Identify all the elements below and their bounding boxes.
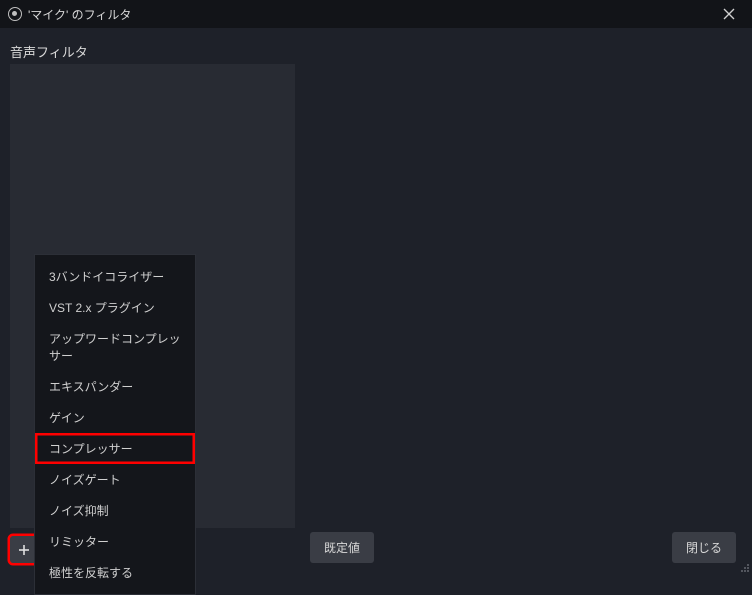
section-label: 音声フィルタ xyxy=(0,28,752,69)
menu-item[interactable]: ゲイン xyxy=(35,402,195,433)
close-icon xyxy=(723,8,735,20)
menu-item[interactable]: エキスパンダー xyxy=(35,371,195,402)
menu-item[interactable]: 極性を反転する xyxy=(35,557,195,588)
window-close-button[interactable] xyxy=(714,0,744,28)
window-title: 'マイク' のフィルタ xyxy=(28,6,131,23)
menu-item[interactable]: 3バンドイコライザー xyxy=(35,261,195,292)
defaults-button[interactable]: 既定値 xyxy=(310,532,374,563)
resize-grip[interactable] xyxy=(740,563,750,573)
menu-item[interactable]: VST 2.x プラグイン xyxy=(35,292,195,323)
resize-grip-icon xyxy=(740,563,750,573)
close-button[interactable]: 閉じる xyxy=(672,532,736,563)
add-filter-menu: 3バンドイコライザーVST 2.x プラグインアップワードコンプレッサーエキスパ… xyxy=(34,254,196,595)
plus-icon xyxy=(17,543,31,557)
menu-item[interactable]: ノイズゲート xyxy=(35,464,195,495)
menu-item[interactable]: ノイズ抑制 xyxy=(35,495,195,526)
titlebar: 'マイク' のフィルタ xyxy=(0,0,752,28)
menu-item[interactable]: リミッター xyxy=(35,526,195,557)
close-button-wrap: 閉じる xyxy=(672,532,736,563)
defaults-button-wrap: 既定値 xyxy=(310,532,374,563)
menu-item[interactable]: コンプレッサー xyxy=(35,433,195,464)
app-icon xyxy=(8,7,22,21)
titlebar-left: 'マイク' のフィルタ xyxy=(8,6,131,23)
menu-item[interactable]: アップワードコンプレッサー xyxy=(35,323,195,371)
add-filter-button[interactable] xyxy=(10,536,37,563)
